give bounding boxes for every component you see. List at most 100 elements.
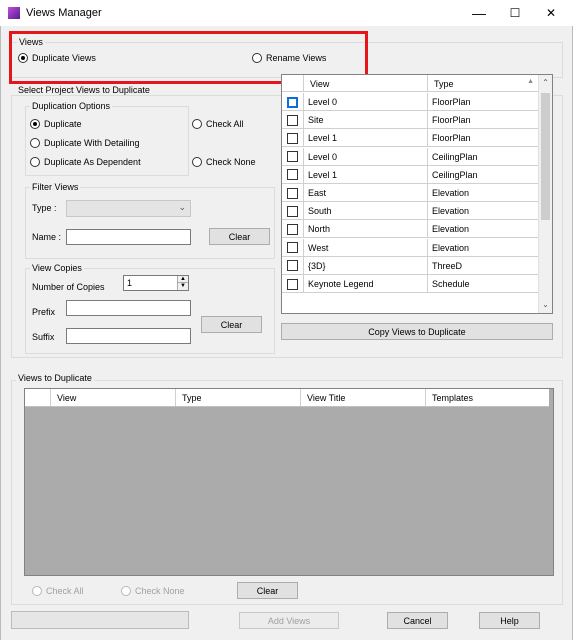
chevron-down-icon: ⌄: [178, 202, 186, 212]
column-header-view[interactable]: View: [304, 75, 428, 92]
scrollbar-thumb[interactable]: [541, 93, 550, 220]
duplicate-label: Duplicate: [44, 119, 82, 129]
minimize-button[interactable]: —: [461, 0, 497, 26]
row-checkbox[interactable]: [287, 223, 298, 235]
radio-dot: [30, 119, 40, 129]
row-type-cell: FloorPlan: [428, 129, 540, 148]
row-checkbox-cell[interactable]: [282, 93, 304, 111]
select-views-group-label: Select Project Views to Duplicate: [16, 85, 152, 95]
table-row[interactable]: Site FloorPlan: [282, 111, 540, 130]
views-table[interactable]: View Type ▲ Level 0 FloorPlan Site FloorPla…: [281, 74, 553, 314]
close-button[interactable]: ✕: [533, 0, 569, 26]
radio-dot: [192, 157, 202, 167]
row-checkbox-cell[interactable]: [282, 147, 304, 166]
row-type-cell: Elevation: [428, 202, 540, 221]
suffix-label: Suffix: [32, 332, 55, 342]
prefix-input[interactable]: [66, 300, 191, 316]
table-row[interactable]: East Elevation: [282, 184, 540, 202]
table-row[interactable]: Level 1 CeilingPlan: [282, 165, 540, 184]
duplicate-with-detailing-label: Duplicate With Detailing: [44, 138, 140, 148]
row-checkbox[interactable]: [287, 205, 298, 217]
row-checkbox-cell[interactable]: [282, 256, 304, 275]
row-view-cell: Level 0: [304, 147, 428, 166]
row-checkbox[interactable]: [287, 132, 298, 144]
dup-check-none-radio[interactable]: Check None: [121, 586, 185, 596]
progress-bar: [11, 611, 189, 629]
column-header-view-title[interactable]: View Title: [301, 389, 426, 406]
filter-views-label: Filter Views: [30, 182, 81, 192]
table-row[interactable]: North Elevation: [282, 220, 540, 239]
row-checkbox[interactable]: [287, 242, 298, 254]
views-table-header: View Type ▲: [282, 75, 540, 92]
row-type-cell: CeilingPlan: [428, 147, 540, 166]
table-row[interactable]: Level 0 FloorPlan: [282, 93, 540, 111]
duplicate-radio[interactable]: Duplicate: [30, 119, 82, 129]
scroll-up-icon[interactable]: ⌃: [539, 75, 552, 91]
table-row[interactable]: Keynote Legend Schedule: [282, 275, 540, 293]
header-checkbox-cell: [25, 389, 51, 406]
row-checkbox[interactable]: [287, 151, 298, 163]
row-checkbox-cell[interactable]: [282, 202, 304, 221]
stepper-up-icon[interactable]: ▲: [177, 276, 188, 283]
type-dropdown[interactable]: ⌄: [66, 200, 191, 217]
row-checkbox-cell[interactable]: [282, 165, 304, 184]
row-view-cell: West: [304, 238, 428, 257]
duplicate-as-dependent-radio[interactable]: Duplicate As Dependent: [30, 157, 141, 167]
vertical-scrollbar[interactable]: ⌃ ⌄: [538, 75, 552, 313]
scroll-down-icon[interactable]: ⌄: [539, 297, 552, 313]
table-row[interactable]: {3D} ThreeD: [282, 256, 540, 275]
window-title: Views Manager: [26, 7, 102, 19]
filter-clear-button[interactable]: Clear: [209, 228, 270, 245]
row-checkbox[interactable]: [287, 278, 298, 290]
duplicate-with-detailing-radio[interactable]: Duplicate With Detailing: [30, 138, 140, 148]
row-checkbox[interactable]: [287, 187, 298, 199]
row-checkbox[interactable]: [287, 260, 298, 272]
row-type-cell: FloorPlan: [428, 93, 540, 111]
column-header-templates[interactable]: Templates: [426, 389, 549, 406]
column-header-type-label: Type: [434, 78, 454, 89]
column-header-view[interactable]: View: [51, 389, 176, 406]
table-row[interactable]: Level 0 CeilingPlan: [282, 147, 540, 166]
row-view-cell: East: [304, 184, 428, 202]
row-type-cell: Schedule: [428, 275, 540, 293]
views-to-duplicate-table[interactable]: View Type View Title Templates: [24, 388, 554, 576]
row-checkbox[interactable]: [287, 114, 298, 126]
add-views-button[interactable]: Add Views: [239, 612, 339, 629]
table-row[interactable]: Level 1 FloorPlan: [282, 129, 540, 148]
name-input[interactable]: [66, 229, 191, 245]
row-checkbox-cell[interactable]: [282, 238, 304, 257]
table-row[interactable]: South Elevation: [282, 202, 540, 221]
row-checkbox-cell[interactable]: [282, 129, 304, 148]
column-header-type[interactable]: Type: [176, 389, 301, 406]
check-none-radio[interactable]: Check None: [192, 157, 256, 167]
help-button[interactable]: Help: [479, 612, 540, 629]
copy-views-to-duplicate-button[interactable]: Copy Views to Duplicate: [281, 323, 553, 340]
stepper-down-icon[interactable]: ▼: [177, 283, 188, 290]
row-checkbox-cell[interactable]: [282, 220, 304, 239]
dup-clear-button[interactable]: Clear: [237, 582, 298, 599]
title-bar[interactable]: Views Manager — ☐ ✕: [0, 0, 573, 26]
number-of-copies-stepper[interactable]: 1 ▲ ▼: [123, 275, 189, 291]
column-header-type[interactable]: Type ▲: [428, 75, 540, 92]
row-checkbox-cell[interactable]: [282, 111, 304, 130]
row-checkbox-cell[interactable]: [282, 275, 304, 293]
view-copies-label: View Copies: [30, 263, 84, 273]
maximize-button[interactable]: ☐: [497, 0, 533, 26]
table-row[interactable]: West Elevation: [282, 238, 540, 257]
row-checkbox-cell[interactable]: [282, 184, 304, 202]
number-of-copies-value: 1: [127, 278, 133, 288]
app-icon: [8, 7, 20, 19]
dup-check-all-radio[interactable]: Check All: [32, 586, 84, 596]
copies-clear-button[interactable]: Clear: [201, 316, 262, 333]
check-all-radio[interactable]: Check All: [192, 119, 244, 129]
header-checkbox-cell: [282, 75, 304, 92]
row-checkbox[interactable]: [287, 96, 298, 108]
cancel-button[interactable]: Cancel: [387, 612, 448, 629]
suffix-input[interactable]: [66, 328, 191, 344]
number-of-copies-label: Number of Copies: [32, 282, 105, 292]
sort-ascending-icon: ▲: [527, 78, 534, 85]
duplicate-as-dependent-label: Duplicate As Dependent: [44, 157, 141, 167]
row-checkbox[interactable]: [287, 169, 298, 181]
check-all-label: Check All: [206, 119, 244, 129]
radio-dot: [121, 586, 131, 596]
